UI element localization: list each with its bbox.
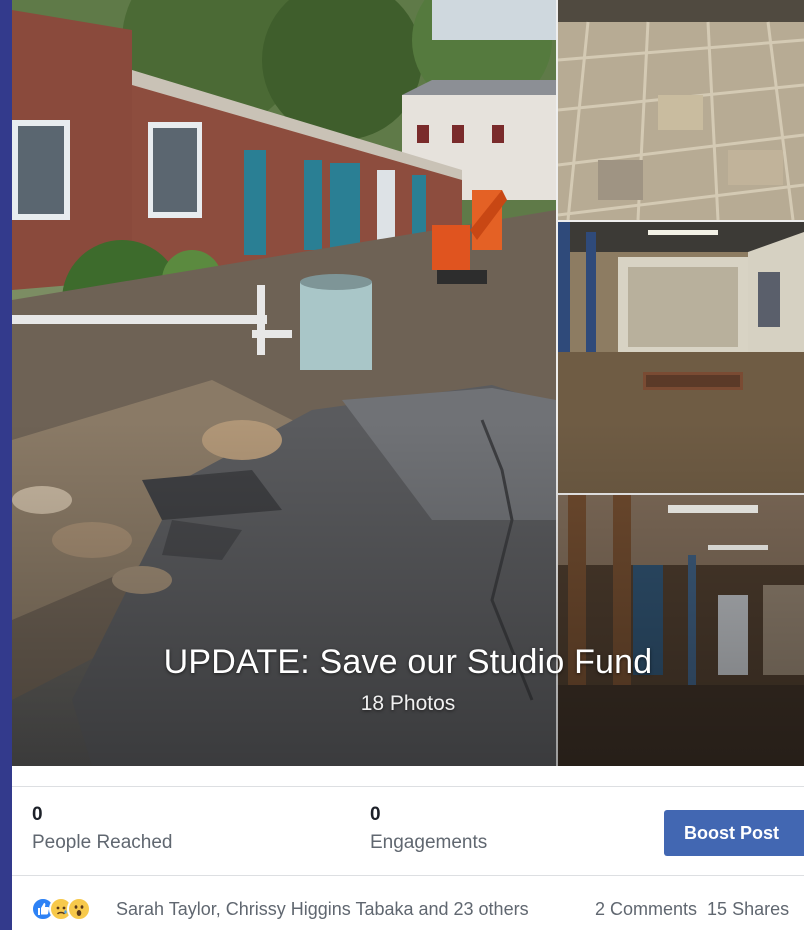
people-reached-value: 0 xyxy=(32,804,43,825)
album-title[interactable]: UPDATE: Save our Studio Fund xyxy=(12,640,804,684)
album-caption: UPDATE: Save our Studio Fund 18 Photos xyxy=(12,640,804,719)
reactions-bar: Sarah Taylor, Chrissy Higgins Tabaka and… xyxy=(12,876,804,930)
album-thumbnail[interactable] xyxy=(558,222,804,493)
reaction-names[interactable]: Sarah Taylor, Chrissy Higgins Tabaka and… xyxy=(116,899,529,920)
photo-album[interactable]: UPDATE: Save our Studio Fund 18 Photos xyxy=(12,0,804,766)
engagements-metric[interactable]: 0 Engagements xyxy=(370,803,487,857)
post-insights: 0 People Reached 0 Engagements Boost Pos… xyxy=(12,786,804,876)
boost-post-button[interactable]: Boost Post xyxy=(664,810,804,856)
shares-count[interactable]: 15 Shares xyxy=(707,899,789,919)
wow-icon xyxy=(67,897,91,921)
comments-count[interactable]: 2 Comments xyxy=(595,899,697,919)
album-thumbnail[interactable] xyxy=(558,0,804,220)
album-thumbnail[interactable] xyxy=(558,495,804,766)
engagements-label: Engagements xyxy=(370,832,488,853)
people-reached-metric[interactable]: 0 People Reached xyxy=(32,803,173,857)
album-photo-count: 18 Photos xyxy=(360,692,456,715)
engagements-value: 0 xyxy=(370,804,381,825)
post-stats: 2 Comments 15 Shares xyxy=(595,899,789,920)
post-card: UPDATE: Save our Studio Fund 18 Photos 0… xyxy=(12,0,804,930)
people-reached-label: People Reached xyxy=(32,832,173,853)
